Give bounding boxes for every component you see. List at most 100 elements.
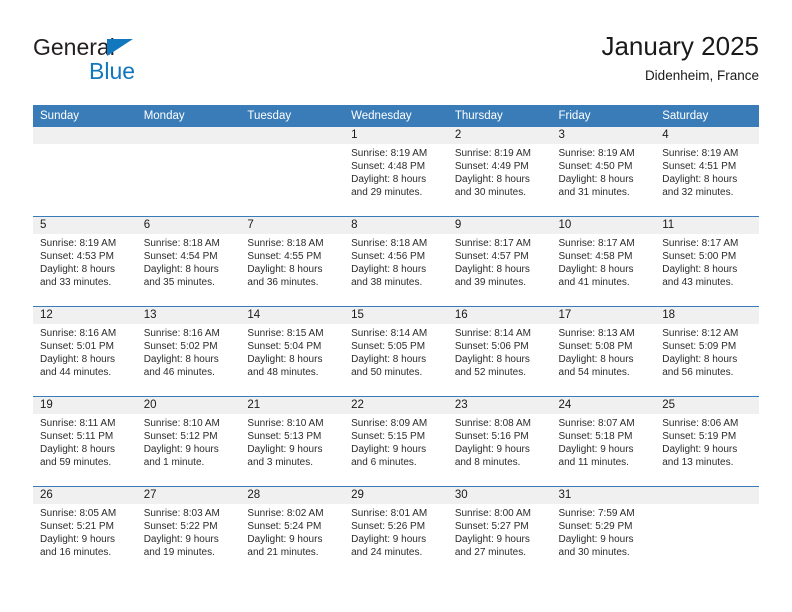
day-number: 19 bbox=[33, 397, 137, 414]
day-number: 14 bbox=[240, 307, 345, 324]
weekday-header-tuesday: Tuesday bbox=[240, 105, 345, 127]
sunrise-time: Sunrise: 8:06 AM bbox=[662, 418, 739, 429]
calendar-body: 1 Sunrise: 8:19 AM Sunset: 4:48 PM Daylight… bbox=[33, 127, 759, 576]
sunset-time: Sunset: 5:13 PM bbox=[247, 431, 322, 443]
weekday-header-monday: Monday bbox=[136, 105, 241, 127]
day-number: 28 bbox=[240, 487, 345, 504]
calendar-day-cell[interactable]: 16 Sunrise: 8:14 AM Sunset: 5:06 PM Dayligh… bbox=[447, 306, 552, 397]
sunset-time: Sunset: 4:48 PM bbox=[351, 161, 426, 173]
calendar-day-cell[interactable]: 3 Sunrise: 8:19 AM Sunset: 4:50 PM Daylight… bbox=[551, 127, 656, 217]
daylight-duration-line1: Daylight: 8 hours bbox=[351, 264, 427, 276]
day-number: 24 bbox=[551, 397, 656, 414]
daylight-duration-line2: and 54 minutes. bbox=[558, 367, 630, 379]
sunset-time: Sunset: 5:00 PM bbox=[662, 251, 737, 263]
sunrise-time: Sunrise: 8:03 AM bbox=[143, 508, 220, 519]
calendar-day-cell[interactable]: 1 Sunrise: 8:19 AM Sunset: 4:48 PM Daylight… bbox=[344, 127, 448, 217]
day-details: Sunrise: 8:16 AM Sunset: 5:01 PM Daylight:… bbox=[33, 324, 137, 379]
day-cell-inner: 27 Sunrise: 8:03 AM Sunset: 5:22 PM Dayligh… bbox=[136, 487, 241, 576]
sunrise-time: Sunrise: 8:01 AM bbox=[351, 508, 428, 519]
daylight-duration-line2: and 35 minutes. bbox=[143, 277, 215, 289]
day-cell-inner: 24 Sunrise: 8:07 AM Sunset: 5:18 PM Dayligh… bbox=[551, 397, 656, 486]
sunset-time: Sunset: 5:06 PM bbox=[454, 341, 529, 353]
day-number: 11 bbox=[655, 217, 759, 234]
daylight-duration-line1: Daylight: 9 hours bbox=[351, 534, 427, 546]
calendar-day-cell[interactable]: 14 Sunrise: 8:15 AM Sunset: 5:04 PM Dayligh… bbox=[240, 306, 345, 397]
calendar-day-cell[interactable]: 9 Sunrise: 8:17 AM Sunset: 4:57 PM Daylight… bbox=[447, 216, 552, 307]
calendar-day-cell[interactable]: 27 Sunrise: 8:03 AM Sunset: 5:22 PM Dayligh… bbox=[136, 486, 241, 576]
daylight-duration-line1: Daylight: 8 hours bbox=[662, 264, 738, 276]
calendar-day-cell[interactable]: 5 Sunrise: 8:19 AM Sunset: 4:53 PM Daylight… bbox=[33, 216, 137, 307]
sunset-time: Sunset: 4:54 PM bbox=[143, 251, 218, 263]
sunset-time: Sunset: 5:08 PM bbox=[558, 341, 633, 353]
day-details: Sunrise: 8:18 AM Sunset: 4:56 PM Daylight:… bbox=[344, 234, 448, 289]
sunset-time: Sunset: 5:11 PM bbox=[40, 431, 114, 443]
day-details: Sunrise: 8:19 AM Sunset: 4:48 PM Daylight:… bbox=[344, 144, 448, 199]
calendar-day-cell[interactable]: 20 Sunrise: 8:10 AM Sunset: 5:12 PM Dayligh… bbox=[136, 396, 241, 487]
daylight-duration-line1: Daylight: 9 hours bbox=[454, 444, 530, 456]
day-cell-inner: 3 Sunrise: 8:19 AM Sunset: 4:50 PM Daylight… bbox=[551, 127, 656, 216]
sunrise-time: Sunrise: 8:19 AM bbox=[662, 148, 739, 159]
calendar-day-cell[interactable]: 2 Sunrise: 8:19 AM Sunset: 4:49 PM Daylight… bbox=[447, 127, 552, 217]
day-number: 9 bbox=[447, 217, 552, 234]
daylight-duration-line2: and 24 minutes. bbox=[351, 547, 423, 559]
day-number: 16 bbox=[447, 307, 552, 324]
calendar-day-cell[interactable]: 29 Sunrise: 8:01 AM Sunset: 5:26 PM Dayligh… bbox=[344, 486, 448, 576]
brand-logo[interactable]: General Blue bbox=[33, 34, 273, 90]
day-cell-inner: 30 Sunrise: 8:00 AM Sunset: 5:27 PM Dayligh… bbox=[447, 487, 552, 576]
daylight-duration-line2: and 32 minutes. bbox=[662, 187, 734, 199]
day-cell-inner: 9 Sunrise: 8:17 AM Sunset: 4:57 PM Daylight… bbox=[447, 217, 552, 306]
day-details: Sunrise: 8:14 AM Sunset: 5:06 PM Daylight:… bbox=[448, 324, 552, 379]
day-cell-inner: 25 Sunrise: 8:06 AM Sunset: 5:19 PM Dayligh… bbox=[655, 397, 759, 486]
day-number: 21 bbox=[240, 397, 345, 414]
calendar-day-cell[interactable]: 8 Sunrise: 8:18 AM Sunset: 4:56 PM Daylight… bbox=[344, 216, 448, 307]
calendar-day-cell[interactable]: 18 Sunrise: 8:12 AM Sunset: 5:09 PM Dayligh… bbox=[655, 306, 759, 397]
calendar-day-cell[interactable]: 31 Sunrise: 7:59 AM Sunset: 5:29 PM Dayligh… bbox=[551, 486, 656, 576]
day-details: Sunrise: 8:14 AM Sunset: 5:05 PM Daylight:… bbox=[344, 324, 448, 379]
daylight-duration-line1: Daylight: 9 hours bbox=[40, 534, 116, 546]
day-number: 29 bbox=[344, 487, 448, 504]
calendar-day-cell[interactable]: 30 Sunrise: 8:00 AM Sunset: 5:27 PM Dayligh… bbox=[447, 486, 552, 576]
calendar-day-cell[interactable]: 24 Sunrise: 8:07 AM Sunset: 5:18 PM Dayligh… bbox=[551, 396, 656, 487]
sunrise-time: Sunrise: 8:10 AM bbox=[143, 418, 220, 429]
calendar-day-cell bbox=[33, 127, 137, 217]
daylight-duration-line2: and 29 minutes. bbox=[351, 187, 423, 199]
day-cell-inner: 12 Sunrise: 8:16 AM Sunset: 5:01 PM Dayligh… bbox=[33, 307, 137, 396]
day-number: 5 bbox=[33, 217, 137, 234]
sunset-time: Sunset: 4:50 PM bbox=[558, 161, 633, 173]
calendar-day-cell[interactable]: 7 Sunrise: 8:18 AM Sunset: 4:55 PM Daylight… bbox=[240, 216, 345, 307]
daylight-duration-line2: and 39 minutes. bbox=[454, 277, 526, 289]
calendar-day-cell[interactable]: 15 Sunrise: 8:14 AM Sunset: 5:05 PM Dayligh… bbox=[344, 306, 448, 397]
calendar-day-cell[interactable]: 10 Sunrise: 8:17 AM Sunset: 4:58 PM Dayligh… bbox=[551, 216, 656, 307]
day-cell-inner: 8 Sunrise: 8:18 AM Sunset: 4:56 PM Daylight… bbox=[344, 217, 448, 306]
calendar-day-cell[interactable]: 11 Sunrise: 8:17 AM Sunset: 5:00 PM Dayligh… bbox=[655, 216, 759, 307]
calendar-day-cell[interactable]: 12 Sunrise: 8:16 AM Sunset: 5:01 PM Dayligh… bbox=[33, 306, 137, 397]
day-details: Sunrise: 8:02 AM Sunset: 5:24 PM Daylight:… bbox=[240, 504, 344, 559]
calendar-day-cell[interactable]: 19 Sunrise: 8:11 AM Sunset: 5:11 PM Dayligh… bbox=[33, 396, 137, 487]
calendar-day-cell[interactable]: 4 Sunrise: 8:19 AM Sunset: 4:51 PM Daylight… bbox=[655, 127, 759, 217]
calendar-day-cell[interactable]: 28 Sunrise: 8:02 AM Sunset: 5:24 PM Dayligh… bbox=[240, 486, 345, 576]
day-details: Sunrise: 8:10 AM Sunset: 5:12 PM Daylight:… bbox=[137, 414, 241, 469]
calendar-day-cell[interactable]: 25 Sunrise: 8:06 AM Sunset: 5:19 PM Dayligh… bbox=[655, 396, 759, 487]
day-cell-inner: 11 Sunrise: 8:17 AM Sunset: 5:00 PM Dayligh… bbox=[655, 217, 759, 306]
calendar-day-cell[interactable]: 6 Sunrise: 8:18 AM Sunset: 4:54 PM Daylight… bbox=[136, 216, 241, 307]
calendar-day-cell[interactable]: 17 Sunrise: 8:13 AM Sunset: 5:08 PM Dayligh… bbox=[551, 306, 656, 397]
calendar-day-cell[interactable]: 23 Sunrise: 8:08 AM Sunset: 5:16 PM Dayligh… bbox=[447, 396, 552, 487]
day-number: 15 bbox=[344, 307, 448, 324]
calendar-day-cell[interactable]: 22 Sunrise: 8:09 AM Sunset: 5:15 PM Dayligh… bbox=[344, 396, 448, 487]
day-number: 1 bbox=[344, 127, 448, 144]
day-cell-inner: 22 Sunrise: 8:09 AM Sunset: 5:15 PM Dayligh… bbox=[344, 397, 448, 486]
daylight-duration-line1: Daylight: 9 hours bbox=[247, 534, 323, 546]
day-number: 8 bbox=[344, 217, 448, 234]
sunrise-time: Sunrise: 8:15 AM bbox=[247, 328, 324, 339]
day-details: Sunrise: 8:00 AM Sunset: 5:27 PM Daylight:… bbox=[448, 504, 552, 559]
sunrise-time: Sunrise: 8:09 AM bbox=[351, 418, 428, 429]
day-cell-inner: 7 Sunrise: 8:18 AM Sunset: 4:55 PM Daylight… bbox=[240, 217, 345, 306]
day-details: Sunrise: 8:19 AM Sunset: 4:49 PM Daylight:… bbox=[448, 144, 552, 199]
calendar-day-cell bbox=[655, 486, 759, 576]
sunrise-time: Sunrise: 8:16 AM bbox=[143, 328, 220, 339]
daylight-duration-line1: Daylight: 8 hours bbox=[351, 354, 427, 366]
brand-name-general: General bbox=[33, 34, 115, 60]
calendar-day-cell[interactable]: 21 Sunrise: 8:10 AM Sunset: 5:13 PM Dayligh… bbox=[240, 396, 345, 487]
calendar-day-cell[interactable]: 13 Sunrise: 8:16 AM Sunset: 5:02 PM Dayligh… bbox=[136, 306, 241, 397]
calendar-day-cell[interactable]: 26 Sunrise: 8:05 AM Sunset: 5:21 PM Dayligh… bbox=[33, 486, 137, 576]
